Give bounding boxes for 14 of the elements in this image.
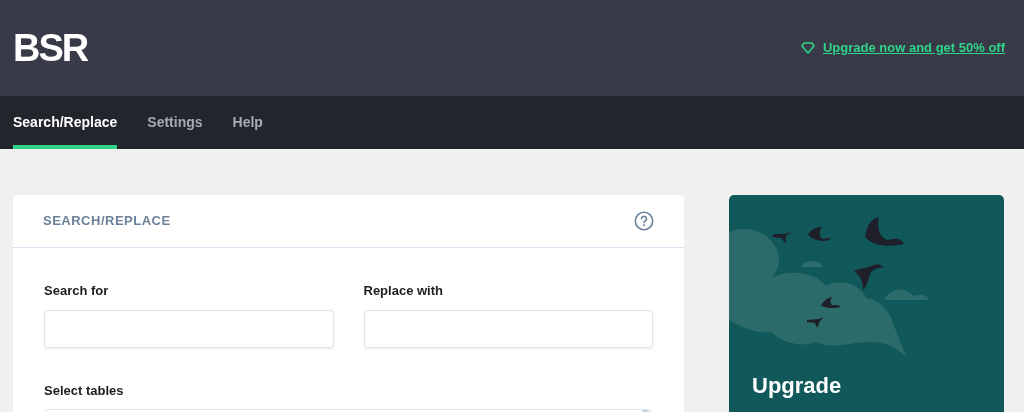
upgrade-title: Upgrade — [752, 372, 842, 400]
upgrade-link[interactable]: Upgrade now and get 50% off — [823, 38, 1005, 58]
diamond-icon — [801, 42, 815, 54]
logo: BSR — [13, 29, 88, 67]
field-label: Search for — [44, 282, 110, 300]
nav-tab[interactable]: Search/Replace — [13, 96, 118, 149]
help-icon[interactable] — [634, 211, 654, 231]
input-field[interactable] — [363, 309, 653, 348]
field-label: Replace with — [363, 282, 444, 300]
input-field[interactable] — [44, 309, 334, 348]
nav-tab[interactable]: Settings — [147, 96, 203, 149]
panel-title: SEARCH/REPLACE — [43, 212, 171, 231]
field-label: Select tables — [44, 381, 125, 400]
nav-tab[interactable]: Help — [232, 96, 263, 149]
